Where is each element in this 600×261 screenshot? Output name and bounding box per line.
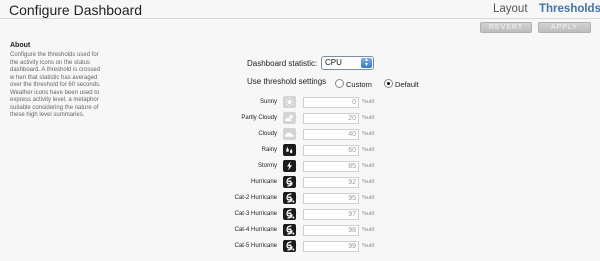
default-radio-label[interactable]: Default [395,80,419,89]
threshold-label-cat2-hurricane: Cat-2 Hurricane [234,195,277,201]
revert-button[interactable]: REVERT [480,22,532,33]
threshold-label-stormy: Stormy [257,163,277,169]
about-line: Configure the thresholds used for [10,52,99,58]
threshold-input-stormy[interactable]: 85 [303,161,359,172]
threshold-input-cat5-hurricane[interactable]: 99 [303,241,359,252]
threshold-label-sunny: Sunny [259,99,277,105]
unit-label: %util [362,115,374,121]
statistic-select[interactable]: CPU ▲ ▼ [321,56,374,70]
tab-layout[interactable]: Layout [493,3,528,15]
unit-label: %util [362,163,374,169]
threshold-label-cat4-hurricane: Cat-4 Hurricane [234,227,277,233]
statistic-label: Dashboard statistic: [247,59,318,68]
hurricane-cat2-icon [283,192,296,204]
partly-cloudy-icon [283,112,296,124]
statistic-value: CPU [325,58,342,67]
about-text: Configure the thresholds used for the ac… [10,52,118,120]
custom-radio[interactable] [335,79,344,88]
about-line: these high level summaries. [10,112,85,118]
threshold-label-cat5-hurricane: Cat-5 Hurricane [234,243,277,249]
page-title: Configure Dashboard [9,2,143,18]
threshold-input-rainy[interactable]: 60 [303,145,359,156]
header-bar: Configure Dashboard Layout Thresholds [0,0,600,19]
unit-label: %util [362,243,374,249]
tab-thresholds[interactable]: Thresholds [539,3,600,15]
threshold-input-cat2-hurricane[interactable]: 95 [303,193,359,204]
threshold-label-rainy: Rainy [261,147,277,153]
apply-button[interactable]: APPLY [538,22,591,33]
about-line: the activity icons on the status [10,59,91,66]
unit-label: %util [362,227,374,233]
unit-label: %util [362,179,374,185]
cloud-icon [283,128,296,140]
rain-icon [283,144,296,156]
lightning-icon [283,160,296,172]
hurricane-cat4-icon [283,224,296,236]
unit-label: %util [362,99,374,105]
default-radio[interactable] [384,79,393,88]
hurricane-cat3-icon [283,208,296,220]
unit-label: %util [362,131,374,137]
custom-radio-label[interactable]: Custom [346,80,372,89]
about-line: over the threshold for 60 seconds. [10,82,101,88]
threshold-input-partly-cloudy[interactable]: 20 [303,113,359,124]
sun-icon [283,96,296,108]
unit-label: %util [362,211,374,217]
threshold-input-cloudy[interactable]: 40 [303,129,359,140]
threshold-input-sunny[interactable]: 0 [303,97,359,108]
select-arrows-icon: ▲ ▼ [361,58,372,68]
threshold-label-cloudy: Cloudy [258,131,277,137]
about-line: w hen that statistic has averaged [10,74,98,81]
unit-label: %util [362,147,374,153]
about-heading: About [10,42,31,49]
threshold-input-hurricane[interactable]: 92 [303,177,359,188]
hurricane-cat5-icon [283,240,296,252]
threshold-label-hurricane: Hurricane [250,179,277,185]
threshold-input-cat3-hurricane[interactable]: 97 [303,209,359,220]
threshold-label-cat3-hurricane: Cat-3 Hurricane [234,211,277,217]
about-line: dashboard. A threshold is crossed [10,67,101,73]
use-threshold-label: Use threshold settings [247,77,327,86]
about-line: express activity level, a metaphor [10,97,99,103]
threshold-input-cat4-hurricane[interactable]: 98 [303,225,359,236]
threshold-label-partly-cloudy: Partly Cloudy [241,115,277,121]
hurricane-icon [283,176,296,188]
about-line: Weather icons have been used to [10,89,100,96]
unit-label: %util [362,195,374,201]
about-line: suitable considering the nature of [10,104,99,111]
